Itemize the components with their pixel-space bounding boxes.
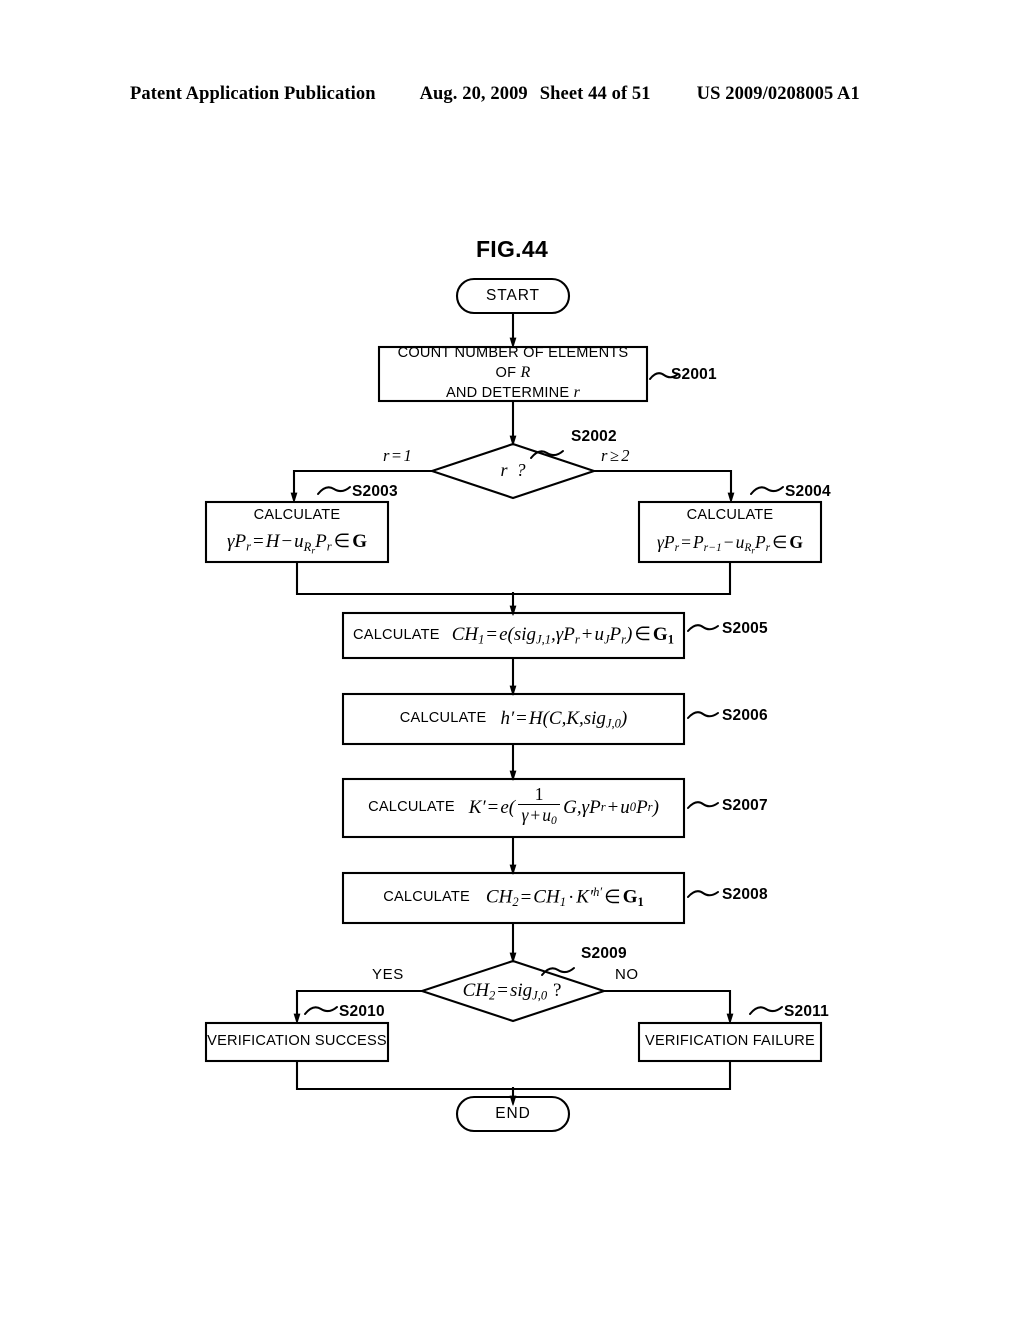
s2003-node-shape <box>204 500 390 564</box>
s2008-step-tag: S2008 <box>722 886 768 903</box>
s2002-branch-right-label: r ≥2 <box>601 446 630 465</box>
s2009-step-tag: S2009 <box>581 945 627 962</box>
s2011-node-shape <box>637 1021 823 1063</box>
s2003-step-tag: S2003 <box>352 483 398 500</box>
end-node-shape <box>455 1095 571 1133</box>
s2007-node-shape <box>341 777 686 839</box>
leader-s2008 <box>687 890 719 898</box>
s2004-step-tag: S2004 <box>785 483 831 500</box>
s2011-step-tag: S2011 <box>784 1003 829 1020</box>
leader-s2011 <box>749 1006 783 1015</box>
flowchart-svg <box>204 277 823 1133</box>
s2002-node-shape <box>428 442 598 500</box>
leader-s2010 <box>304 1006 338 1015</box>
s2005-step-tag: S2005 <box>722 620 768 637</box>
s2009-branch-no-label: NO <box>615 966 639 983</box>
s2006-node-shape <box>341 692 686 746</box>
s2009-node-shape <box>418 959 608 1023</box>
leader-s2009 <box>541 967 575 976</box>
s2004-node-shape <box>637 500 823 564</box>
s2008-node-shape <box>341 871 686 925</box>
s2002-branch-left-label: r = 1 <box>383 446 413 465</box>
leader-s2005 <box>687 624 719 632</box>
s2009-branch-yes-label: YES <box>372 966 404 983</box>
s2007-step-tag: S2007 <box>722 797 768 814</box>
leader-s2003 <box>317 486 351 495</box>
s2006-step-tag: S2006 <box>722 707 768 724</box>
leader-s2007 <box>687 801 719 809</box>
s2010-node-shape <box>204 1021 390 1063</box>
s2001-step-tag: S2001 <box>671 366 717 383</box>
start-node-shape <box>455 277 571 315</box>
s2001-node-shape <box>377 345 649 403</box>
leader-s2006 <box>687 711 719 719</box>
s2002-step-tag: S2002 <box>571 428 617 445</box>
flowchart-diagram: START END COUNT NUMBER OF ELEMENTS OF R … <box>0 0 1024 1320</box>
s2005-node-shape <box>341 611 686 660</box>
s2010-step-tag: S2010 <box>339 1003 385 1020</box>
leader-s2004 <box>750 486 784 495</box>
